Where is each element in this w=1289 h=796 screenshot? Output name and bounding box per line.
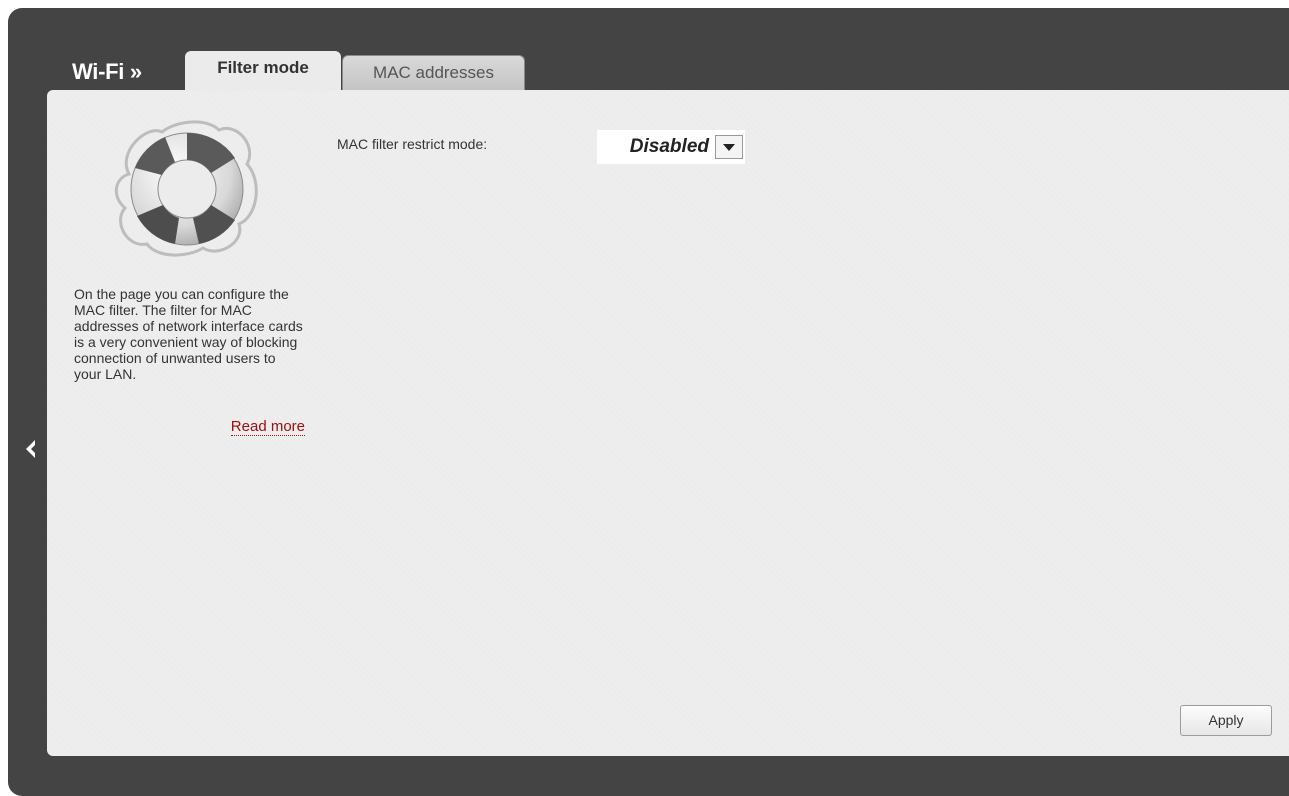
mac-filter-mode-label: MAC filter restrict mode: <box>337 136 488 152</box>
section-title: Wi-Fi » <box>72 59 142 84</box>
chevron-down-icon <box>723 144 735 151</box>
app-frame: Wi-Fi » Filter mode MAC addresses On the… <box>8 8 1289 796</box>
header: Wi-Fi » Filter mode MAC addresses <box>8 8 1289 91</box>
content-panel: On the page you can configure the MAC fi… <box>47 90 1289 756</box>
read-more-link[interactable]: Read more <box>187 418 305 436</box>
mac-filter-mode-value[interactable]: Disabled <box>630 130 709 164</box>
dropdown-button[interactable] <box>715 135 743 159</box>
tab-mac-addresses[interactable]: MAC addresses <box>342 55 525 91</box>
chevron-left-icon[interactable] <box>23 438 37 460</box>
help-text: On the page you can configure the MAC fi… <box>74 286 303 382</box>
tab-filter-mode[interactable]: Filter mode <box>185 51 341 91</box>
read-more-label[interactable]: Read more <box>230 418 305 436</box>
mac-filter-mode-select[interactable]: Disabled <box>597 130 745 164</box>
apply-button[interactable]: Apply <box>1180 705 1272 736</box>
lifebuoy-icon <box>107 112 267 262</box>
